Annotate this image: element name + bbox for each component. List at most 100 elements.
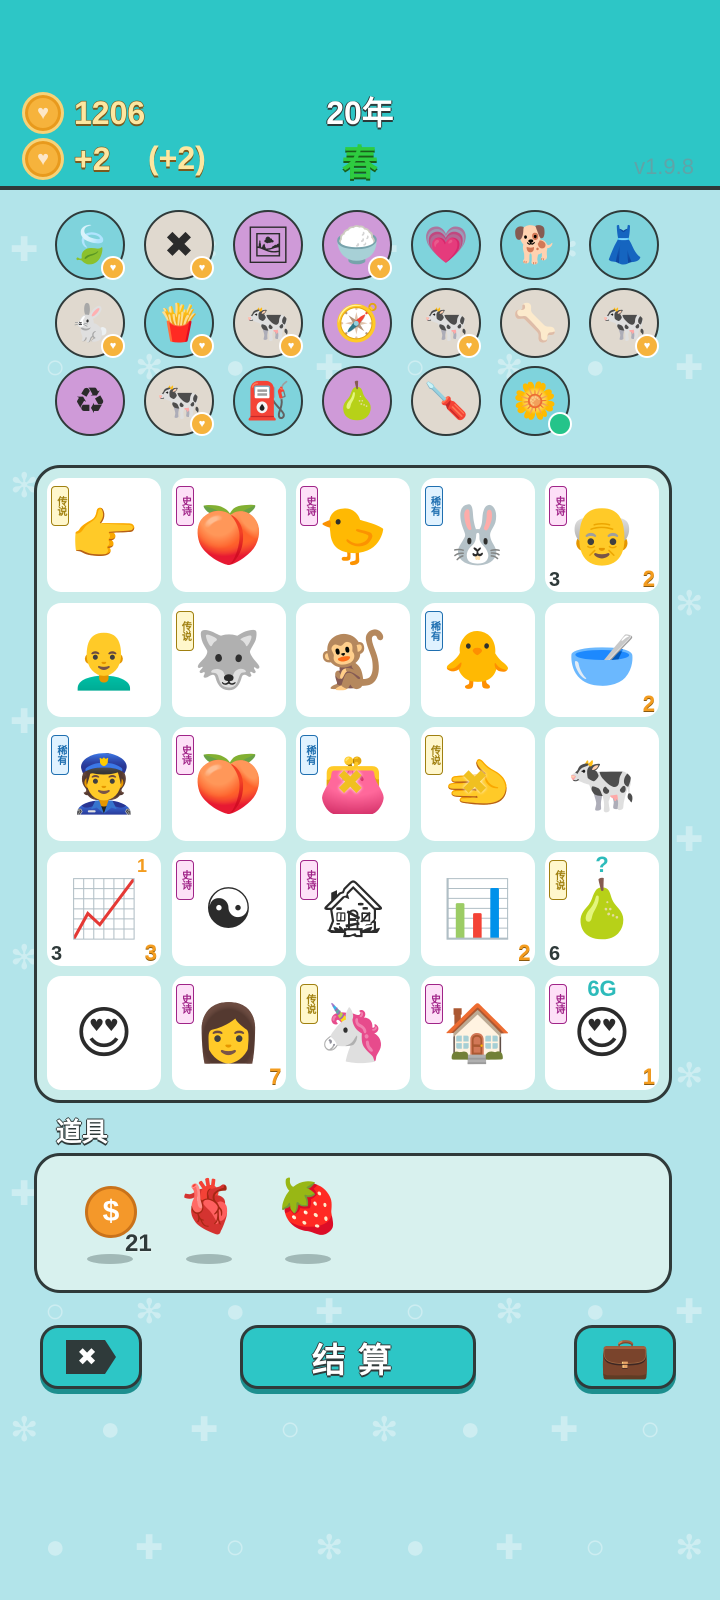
version-label: v1.9.8: [634, 154, 694, 179]
board-cell[interactable]: 🫲 ✖ 传说: [420, 727, 535, 841]
background-decoration: ✚: [10, 231, 39, 269]
rarity-tag: 稀有: [424, 610, 443, 651]
rarity-tag: 史诗: [175, 859, 194, 900]
relic-cow-pair-icon[interactable]: 🐄 ♥: [411, 288, 481, 358]
background-decoration: ●: [225, 1292, 246, 1330]
relic-leaf-icon[interactable]: 🍃 ♥: [55, 210, 125, 280]
rarity-tag: 稀有: [51, 735, 69, 775]
rarity-tag: 传说: [51, 486, 69, 526]
background-decoration: ●: [460, 1410, 481, 1448]
rarity-tag: 史诗: [549, 486, 567, 526]
coin-badge-icon: ♥: [190, 412, 214, 436]
relic-cow-pair-icon[interactable]: 🐄 ♥: [233, 288, 303, 358]
delete-tag-icon: ✖: [66, 1340, 116, 1374]
counter-top: 1: [136, 855, 147, 876]
board-cell[interactable]: 🐤 史诗: [296, 478, 410, 592]
background-decoration: ✚: [675, 821, 704, 859]
board-cell[interactable]: 📈 3 3 1: [47, 851, 161, 966]
board-cell[interactable]: 🍑 史诗: [171, 478, 286, 592]
relic-air-pump-icon[interactable]: ⛽: [233, 366, 303, 436]
relic-dog-bowl-icon[interactable]: 🦴: [500, 288, 570, 358]
relic-heart-fan-icon[interactable]: 💗: [411, 210, 481, 280]
background-decoration: ✻: [675, 1057, 704, 1095]
board-cell[interactable]: 👩 史诗 7: [171, 976, 286, 1090]
background-decoration: ●: [45, 1528, 66, 1566]
cow-icon: 🐄: [567, 752, 637, 815]
relic-cool-dog-icon[interactable]: 🐕: [500, 210, 570, 280]
relic-rabbit-icon[interactable]: 🐇 ♥: [55, 288, 125, 358]
income-value: +2: [73, 140, 111, 177]
coin-badge-icon: ♥: [190, 256, 214, 280]
background-decoration: ✚: [495, 1529, 524, 1567]
relic-flower-pot-icon[interactable]: 🌼: [500, 366, 572, 436]
relic-pear-fruit-icon[interactable]: 🍐: [322, 366, 392, 436]
rarity-tag: 史诗: [300, 859, 318, 900]
board-cell[interactable]: 😍 史诗 1 6G: [545, 976, 659, 1090]
monkey-icon: 🐒: [318, 627, 388, 691]
board-cell[interactable]: 🐺 传说: [171, 602, 286, 717]
relic-rice-bowl-icon[interactable]: 🍚 ♥: [322, 210, 392, 280]
board-cell[interactable]: 🐒: [296, 602, 410, 717]
symbol-board: 👉 传说 🍑 史诗 🐤 史诗 🐰 稀有 👴 史诗 3 2 👨‍🦲 🐺 传说 🐒 🐥 稀有 🥣 2 👮 稀有 🍑 史诗 👛 ✖ 稀有 🫲…: [34, 465, 672, 1103]
rarity-tag: 传说: [175, 610, 194, 651]
delete-button[interactable]: ✖: [40, 1325, 142, 1389]
relic-time-magazine-icon[interactable]: 🖼: [233, 210, 303, 280]
background-decoration: ✻: [10, 1411, 39, 1449]
relic-delete-tag-icon[interactable]: ✖ ♥: [144, 210, 214, 280]
board-cell[interactable]: 👨‍🦲: [47, 602, 161, 717]
board-cell[interactable]: 👮 稀有: [47, 727, 161, 841]
relic-cow-pair-icon[interactable]: 🐄 ♥: [144, 366, 214, 436]
item-slot[interactable]: $21: [75, 1176, 152, 1264]
relic-cow-pair-icon[interactable]: 🐄 ♥: [589, 288, 659, 358]
board-cell[interactable]: 🐰 稀有: [420, 478, 535, 592]
board-cell[interactable]: 🐄: [545, 727, 659, 841]
background-decoration: ●: [585, 348, 606, 386]
skirt-icon: 👗: [601, 224, 647, 265]
rarity-tag: 史诗: [300, 486, 318, 526]
status-dot: [548, 412, 572, 436]
coins-value: 1206: [73, 94, 146, 131]
board-cell[interactable]: 👛 ✖ 稀有: [296, 727, 410, 841]
relic-skirt-icon[interactable]: 👗: [589, 210, 659, 280]
board-cell[interactable]: 🍐 传说 6?: [545, 851, 659, 966]
item-count: 21: [125, 1230, 152, 1257]
board-cell[interactable]: 🦄 传说: [296, 976, 410, 1090]
board-cell[interactable]: ☯ 史诗: [171, 851, 286, 966]
board-cell[interactable]: 📊 2: [420, 851, 535, 966]
item-slot[interactable]: 🫀: [174, 1176, 244, 1264]
year-label: 20年: [326, 95, 394, 131]
board-cell[interactable]: 👉 传说: [47, 478, 161, 592]
rarity-tag: 史诗: [424, 984, 443, 1024]
coin-badge-icon: ♥: [279, 334, 303, 358]
item-slot[interactable]: 🍓: [273, 1176, 343, 1264]
screwdriver-icon: 🪛: [423, 380, 469, 421]
board-cell[interactable]: 😍: [47, 976, 161, 1090]
relic-screwdriver-icon[interactable]: 🪛: [411, 366, 481, 436]
background-decoration: ●: [405, 1528, 426, 1566]
background-decoration: ○: [280, 1410, 301, 1448]
background-decoration: ●: [100, 1410, 121, 1448]
background-decoration: ○: [225, 1528, 246, 1566]
background-decoration: ✚: [675, 349, 704, 387]
bald-man-icon: 👨‍🦲: [69, 627, 139, 691]
board-cell[interactable]: 🏚 史诗: [296, 851, 410, 966]
items-title: 道具: [56, 1117, 109, 1147]
board-cell[interactable]: 👴 史诗 3 2: [545, 478, 659, 592]
relic-recycle-icon[interactable]: ♻: [55, 366, 125, 436]
board-cell[interactable]: 🐥 稀有: [420, 602, 535, 717]
bag-button[interactable]: 💼: [574, 1325, 676, 1389]
board-cell[interactable]: 🥣 2: [545, 602, 659, 717]
board-cell[interactable]: 🏠 史诗: [420, 976, 535, 1090]
counter-left: 3: [549, 569, 561, 591]
background-decoration: ✚: [675, 1293, 704, 1331]
rarity-tag: 史诗: [175, 984, 194, 1024]
relic-fries-icon[interactable]: 🍟 ♥: [144, 288, 214, 358]
settle-button[interactable]: 结算: [240, 1325, 476, 1389]
season-label: 春: [341, 142, 378, 183]
relic-compass-icon[interactable]: 🧭: [322, 288, 392, 358]
love-grandpa-icon: 😍: [74, 1001, 134, 1064]
board-cell[interactable]: 🍑 史诗: [171, 727, 286, 841]
top-bar: ♥ 1206 ♥ +2 (+2) 20年 春 v1.9.8: [0, 0, 720, 190]
counter-right: 2: [642, 566, 655, 591]
coin-badge-icon: ♥: [635, 334, 659, 358]
